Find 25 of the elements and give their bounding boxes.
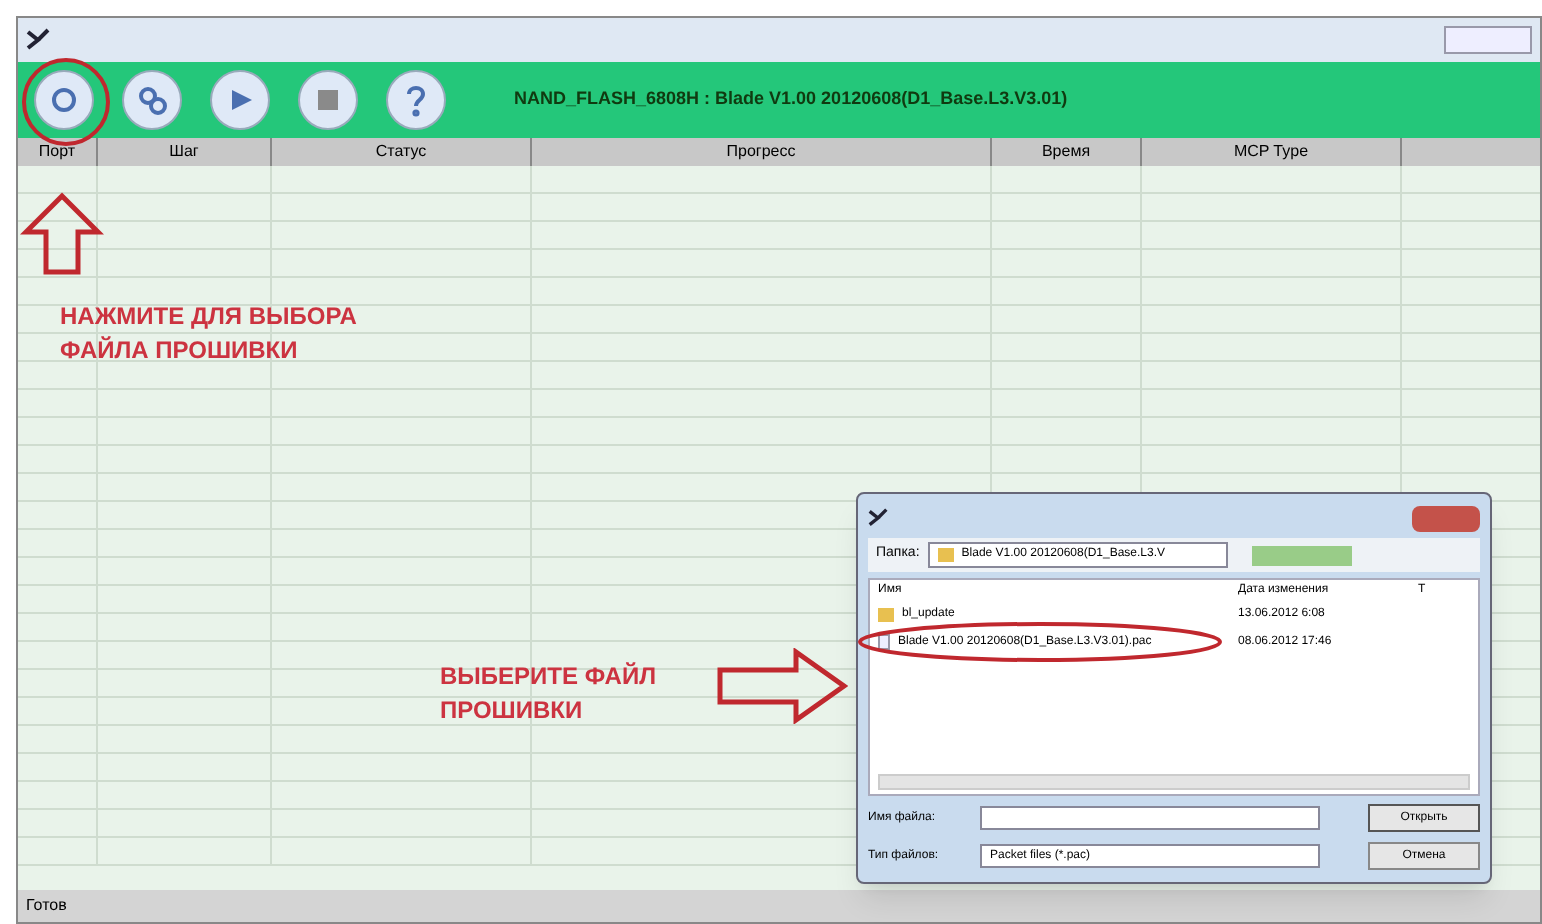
up-arrow	[20, 192, 104, 276]
annotation-text: ВЫБЕРИТЕ ФАЙЛ ПРОШИВКИ	[440, 660, 658, 728]
app-icon	[868, 508, 888, 528]
play-button[interactable]	[210, 70, 270, 130]
annotation-text: НАЖМИТЕ ДЛЯ ВЫБОРА ФАЙЛА ПРОШИВКИ	[60, 300, 359, 368]
column-header[interactable]: MCP Type	[1142, 138, 1402, 166]
status-text: Готов	[26, 894, 67, 918]
column-header[interactable]: Время	[992, 138, 1142, 166]
stop-button[interactable]	[298, 70, 358, 130]
firmware-title: NAND_FLASH_6808H : Blade V1.00 20120608(D1_Base.L3.V3.01)	[514, 86, 1068, 113]
horizontal-scrollbar[interactable]	[878, 774, 1470, 790]
settings-button[interactable]	[122, 70, 182, 130]
column-header[interactable]: Шаг	[98, 138, 272, 166]
column-header[interactable]: Прогресс	[532, 138, 992, 166]
folder-icon	[937, 548, 954, 562]
folder-icon	[878, 607, 894, 621]
highlight-circle	[20, 56, 112, 148]
app-icon	[26, 28, 50, 52]
help-button[interactable]	[386, 70, 446, 130]
filename-field[interactable]	[980, 806, 1320, 830]
column-header[interactable]: Статус	[272, 138, 532, 166]
search-button[interactable]	[34, 70, 94, 130]
column-header[interactable]: Порт	[18, 138, 98, 166]
close-button[interactable]	[1412, 505, 1480, 531]
right-arrow	[716, 648, 848, 724]
